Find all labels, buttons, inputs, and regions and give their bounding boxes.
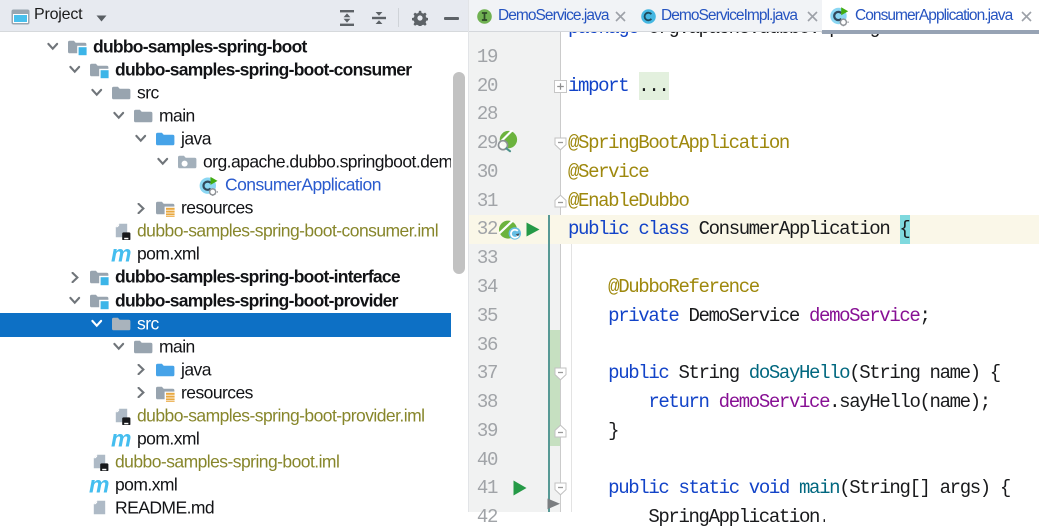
svg-text:m: m <box>111 246 131 263</box>
svg-text:m: m <box>111 431 131 448</box>
svg-text:m: m <box>89 477 109 494</box>
